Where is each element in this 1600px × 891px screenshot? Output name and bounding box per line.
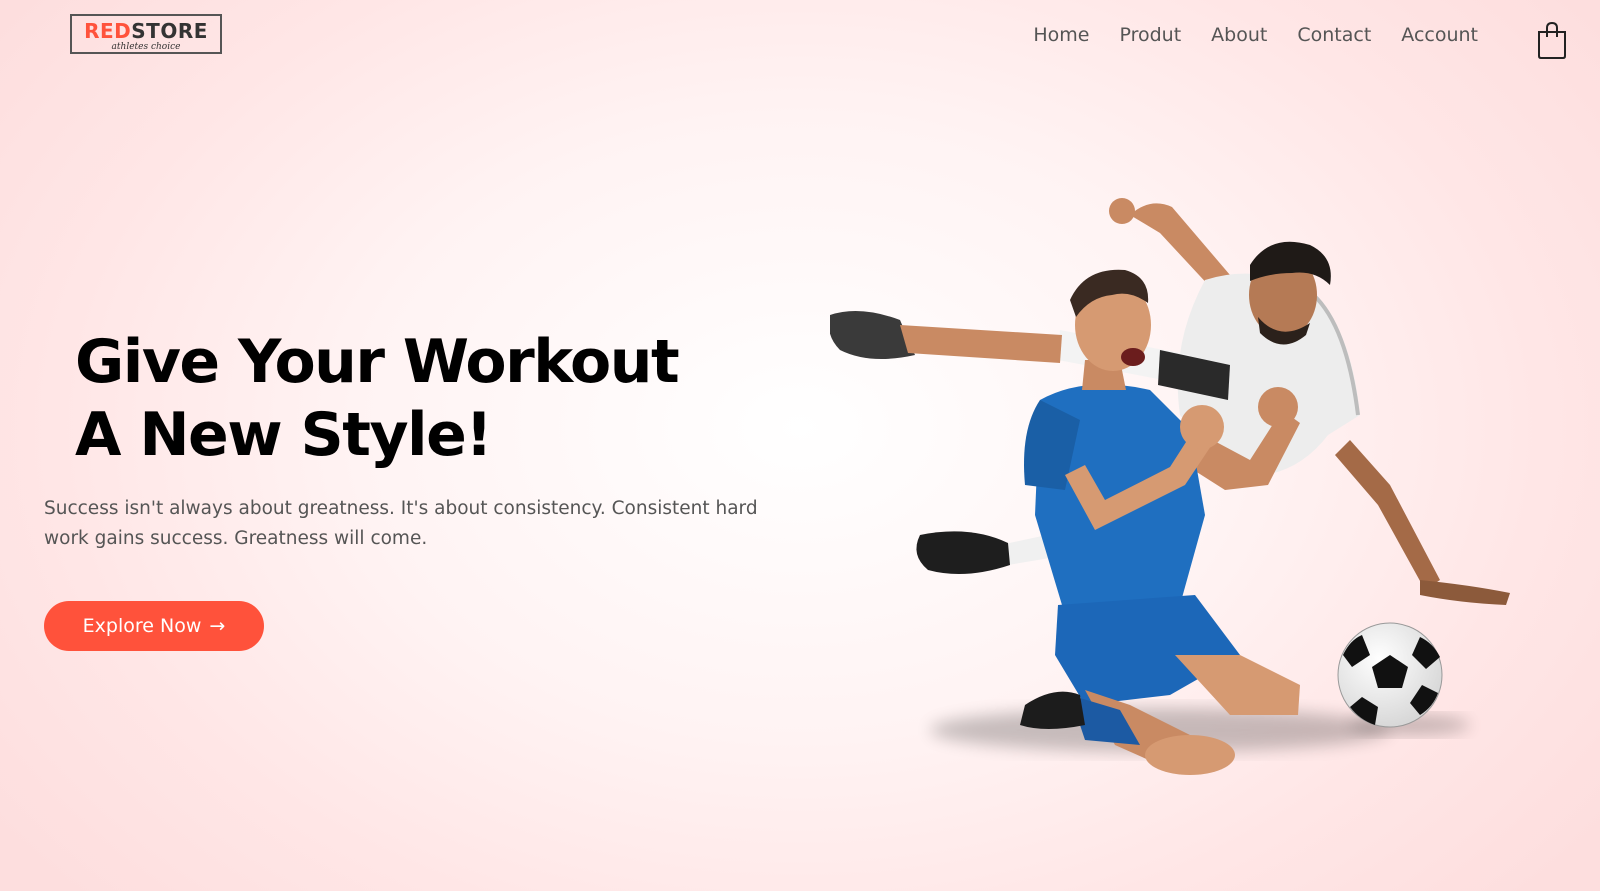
headline-line-2: A New Style! bbox=[75, 400, 493, 470]
headline-line-1: Give Your Workout bbox=[75, 327, 680, 397]
nav-contact[interactable]: Contact bbox=[1297, 24, 1371, 46]
hero-image bbox=[828, 185, 1550, 785]
logo-wordmark: REDSTORE bbox=[84, 19, 208, 43]
nav-home[interactable]: Home bbox=[1033, 24, 1089, 46]
logo[interactable]: REDSTORE athletes choice bbox=[70, 14, 222, 54]
explore-now-button[interactable]: Explore Now → bbox=[44, 601, 264, 651]
hero-subtext: Success isn't always about greatness. It… bbox=[44, 498, 758, 549]
main-nav: Home Produt About Contact Account bbox=[1033, 24, 1478, 46]
nav-account[interactable]: Account bbox=[1401, 24, 1478, 46]
nav-product[interactable]: Produt bbox=[1119, 24, 1181, 46]
nav-about[interactable]: About bbox=[1211, 24, 1267, 46]
hero-headline: Give Your Workout A New Style! bbox=[75, 326, 680, 472]
logo-tagline: athletes choice bbox=[111, 42, 181, 52]
arrow-right-icon: → bbox=[209, 615, 226, 637]
explore-button-label: Explore Now bbox=[82, 615, 202, 637]
shopping-bag-icon[interactable] bbox=[1536, 20, 1568, 60]
